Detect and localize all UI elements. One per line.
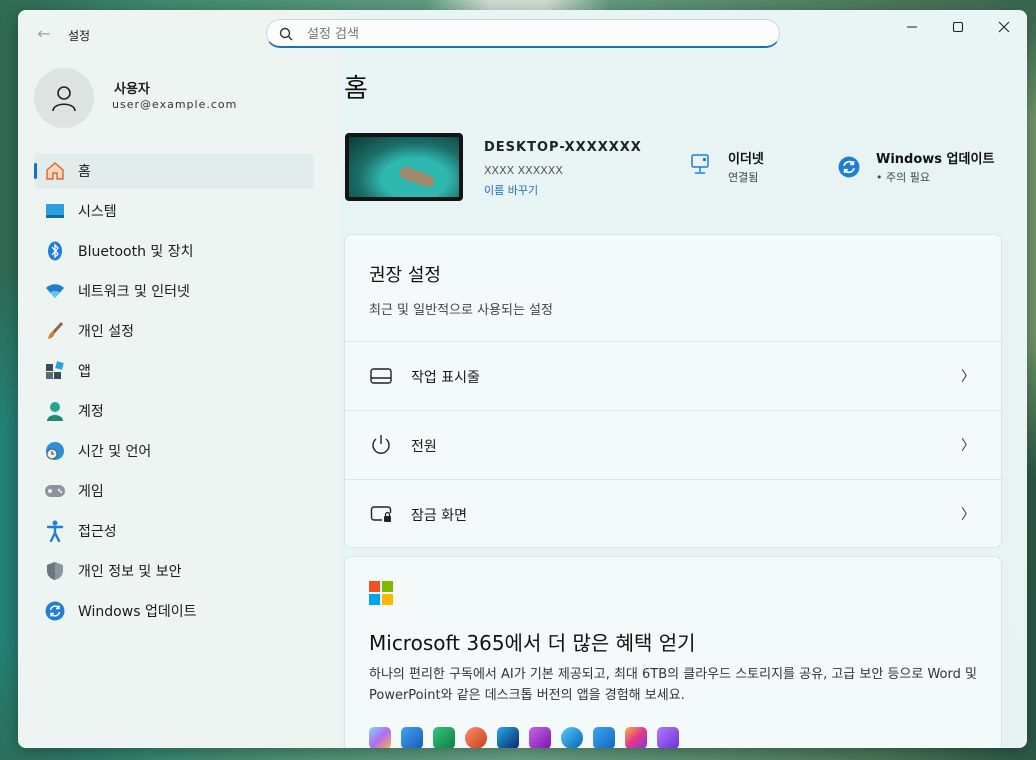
sidebar-item-label: 시간 및 언어 (78, 444, 152, 460)
card-description: 하나의 편리한 구독에서 AI가 기본 제공되고, 최대 6TB의 클라우드 스… (369, 667, 977, 703)
sidebar-item-label: Windows 업데이트 (78, 604, 197, 620)
sidebar-item-label: 계정 (78, 404, 104, 420)
lock-screen-setting-row[interactable]: 잠금 화면 〉 (345, 479, 1001, 547)
brush-icon (44, 320, 66, 342)
avatar[interactable] (34, 68, 94, 128)
account-icon (44, 400, 66, 422)
sidebar-item-label: 앱 (78, 364, 91, 380)
microsoft-365-card: Microsoft 365에서 더 많은 혜택 얻기 하나의 편리한 구독에서 … (344, 556, 1002, 748)
sidebar-item-network[interactable]: 네트워크 및 인터넷 (34, 273, 314, 309)
lock-screen-icon (370, 506, 392, 522)
sidebar-item-accessibility[interactable]: 접근성 (34, 513, 314, 549)
onenote-icon (529, 727, 551, 748)
sidebar-item-gaming[interactable]: 게임 (34, 473, 314, 509)
card-title: Microsoft 365에서 더 많은 혜택 얻기 (369, 631, 696, 655)
sidebar-item-label: 개인 설정 (78, 324, 134, 340)
accessibility-icon (44, 520, 66, 542)
sidebar-item-accounts[interactable]: 계정 (34, 393, 314, 429)
sidebar-item-privacy[interactable]: 개인 정보 및 보안 (34, 553, 314, 589)
excel-icon (433, 727, 455, 748)
device-wallpaper-thumbnail[interactable] (345, 133, 463, 201)
chevron-right-icon: 〉 (961, 438, 975, 454)
sidebar-item-apps[interactable]: 앱 (34, 353, 314, 389)
apps-icon (44, 360, 66, 382)
maximize-icon (952, 21, 964, 33)
user-email: user@example.com (112, 98, 238, 111)
chevron-right-icon: 〉 (961, 369, 975, 385)
search-input[interactable] (305, 23, 769, 45)
word-icon (401, 727, 423, 748)
copilot-icon (369, 727, 391, 748)
device-name: DESKTOP-XXXXXXX (484, 140, 642, 155)
sidebar-item-system[interactable]: 시스템 (34, 193, 314, 229)
page-title: 홈 (344, 74, 368, 104)
row-label: 전원 (411, 439, 437, 455)
person-icon (52, 86, 76, 112)
sidebar-item-label: 네트워크 및 인터넷 (78, 284, 190, 300)
minimize-button[interactable] (889, 10, 935, 44)
m365-app-icons (369, 727, 689, 748)
gamepad-icon (44, 480, 66, 502)
chevron-right-icon: 〉 (961, 507, 975, 523)
sidebar-item-home[interactable]: 홈 (34, 153, 314, 189)
bluetooth-icon (44, 240, 66, 262)
sidebar-item-time-language[interactable]: 시간 및 언어 (34, 433, 314, 469)
sidebar-item-windows-update[interactable]: Windows 업데이트 (34, 593, 314, 629)
sidebar-item-label: 홈 (78, 164, 91, 180)
close-button[interactable] (981, 10, 1027, 44)
sidebar-nav: 홈 시스템 Bluetooth 및 장치 네트워크 및 인터넷 개인 설정 앱 … (34, 153, 314, 633)
back-button[interactable]: ← (34, 24, 54, 44)
wifi-icon (44, 280, 66, 302)
sidebar-item-label: 시스템 (78, 204, 117, 220)
defender-icon (593, 727, 615, 748)
update-status-sub: • 주의 필요 (876, 171, 930, 184)
clipchamp-icon (657, 727, 679, 748)
globe-clock-icon (44, 440, 66, 462)
update-icon (838, 156, 860, 178)
search-icon (279, 27, 293, 41)
user-name: 사용자 (114, 82, 150, 97)
network-status-sub: 연결됨 (728, 171, 759, 184)
minimize-icon (907, 26, 917, 28)
update-status-title: Windows 업데이트 (876, 152, 995, 167)
shield-icon (44, 560, 66, 582)
search-box[interactable] (266, 19, 780, 48)
home-icon (44, 160, 66, 182)
card-title: 권장 설정 (369, 265, 441, 286)
update-icon (44, 600, 66, 622)
onedrive-icon (561, 727, 583, 748)
sidebar-item-label: 게임 (78, 484, 104, 500)
ethernet-icon (691, 154, 709, 174)
device-model: XXXX XXXXXX (484, 164, 563, 177)
sidebar-item-label: Bluetooth 및 장치 (78, 244, 194, 260)
maximize-button[interactable] (935, 10, 981, 44)
taskbar-setting-row[interactable]: 작업 표시줄 〉 (345, 341, 1001, 410)
network-status-title: 이더넷 (728, 152, 764, 167)
sidebar-item-bluetooth[interactable]: Bluetooth 및 장치 (34, 233, 314, 269)
rename-device-link[interactable]: 이름 바꾸기 (484, 182, 538, 198)
power-icon (372, 435, 390, 454)
sidebar-item-label: 개인 정보 및 보안 (78, 564, 182, 580)
taskbar-icon (370, 368, 392, 384)
recommended-settings-card: 권장 설정 최근 및 일반적으로 사용되는 설정 작업 표시줄 〉 전원 〉 잠… (344, 234, 1002, 548)
power-setting-row[interactable]: 전원 〉 (345, 410, 1001, 479)
system-icon (44, 200, 66, 222)
row-label: 작업 표시줄 (411, 370, 480, 386)
sidebar-item-label: 접근성 (78, 524, 117, 540)
close-icon (998, 21, 1010, 33)
designer-icon (625, 727, 647, 748)
card-subtitle: 최근 및 일반적으로 사용되는 설정 (369, 303, 553, 318)
sidebar-item-personalization[interactable]: 개인 설정 (34, 313, 314, 349)
outlook-icon (497, 727, 519, 748)
powerpoint-icon (465, 727, 487, 748)
settings-window: ← 설정 사용자 user@example.com 홈 (18, 10, 1027, 748)
microsoft-logo-icon (369, 581, 393, 605)
row-label: 잠금 화면 (411, 508, 467, 524)
app-title: 설정 (68, 29, 91, 43)
